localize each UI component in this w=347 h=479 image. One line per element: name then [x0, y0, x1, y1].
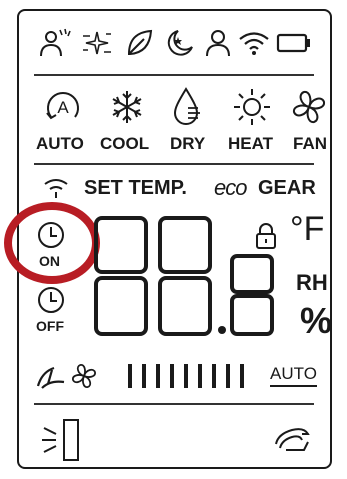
- eco-label: eco: [214, 175, 247, 200]
- digit-3: [230, 254, 274, 336]
- fan-speed-bar: [240, 364, 244, 388]
- droplet-icon[interactable]: [170, 86, 204, 126]
- fan-speed-bar: [226, 364, 230, 388]
- mode-label-auto[interactable]: AUTO: [36, 134, 84, 154]
- fan-speed-bar: [170, 364, 174, 388]
- fan-speed-bar: [156, 364, 160, 388]
- fan-speed-icon[interactable]: [70, 362, 98, 390]
- gear-label: GEAR: [258, 177, 316, 199]
- fan-icon[interactable]: [290, 88, 328, 126]
- sparkle-icon[interactable]: [80, 28, 114, 58]
- svg-text:A: A: [57, 98, 69, 117]
- mode-label-cool[interactable]: COOL: [100, 134, 149, 154]
- wifi-icon[interactable]: [238, 30, 270, 56]
- divider-bottom: [34, 403, 314, 405]
- mode-label-fan[interactable]: FAN: [293, 134, 327, 154]
- mode-label-dry[interactable]: DRY: [170, 134, 205, 154]
- sun-icon[interactable]: [232, 87, 272, 127]
- fan-speed-bar: [198, 364, 202, 388]
- sleep-moon-icon[interactable]: [164, 27, 196, 59]
- battery-icon: [276, 33, 312, 53]
- divider-top: [34, 74, 314, 76]
- timer-on-highlight-ring: [4, 202, 100, 284]
- timer-off-label[interactable]: OFF: [36, 318, 64, 334]
- unit-fahrenheit: °F: [290, 210, 325, 248]
- unit-percent: %: [300, 300, 333, 341]
- digit-2: [158, 216, 212, 336]
- swing-louver-icon[interactable]: [272, 420, 316, 456]
- fan-speed-bar: [212, 364, 216, 388]
- person-icon[interactable]: [204, 28, 232, 58]
- fan-speed-bar: [184, 364, 188, 388]
- unit-rh: RH: [296, 270, 328, 295]
- timer-off-clock-icon[interactable]: [36, 285, 66, 315]
- leaf-icon[interactable]: [124, 28, 154, 58]
- decimal-point: [218, 326, 226, 334]
- auto-mode-icon[interactable]: A: [43, 87, 83, 127]
- fan-speed-bar: [128, 364, 132, 388]
- temperature-digits-value: 88.8: [0, 0, 1, 1]
- fan-speed-bar: [142, 364, 146, 388]
- digit-1: [94, 216, 148, 336]
- fan-speed-auto-label[interactable]: AUTO: [270, 364, 317, 387]
- divider-modes: [34, 163, 314, 165]
- swing-icon[interactable]: [34, 362, 66, 390]
- set-temp-label: SET TEMP.: [84, 177, 187, 199]
- light-sensor-icon[interactable]: [38, 28, 72, 58]
- signal-icon: [42, 177, 70, 199]
- temperature-digits: [94, 216, 274, 336]
- snowflake-icon[interactable]: [108, 88, 146, 126]
- light-toggle-icon[interactable]: [40, 416, 84, 464]
- mode-label-heat[interactable]: HEAT: [228, 134, 273, 154]
- lock-icon: [254, 222, 278, 250]
